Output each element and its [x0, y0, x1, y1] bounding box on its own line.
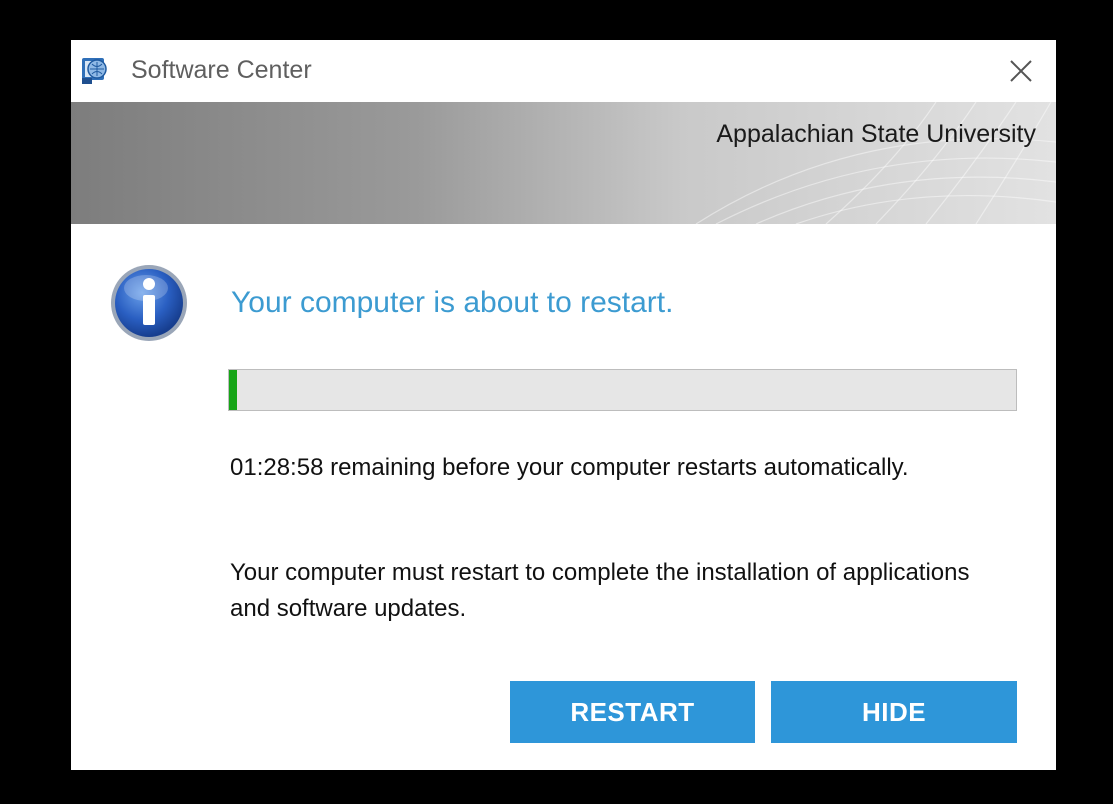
hide-button[interactable]: HIDE [771, 681, 1017, 743]
software-center-icon [82, 58, 107, 84]
header-banner: Appalachian State University [71, 102, 1056, 224]
window-title: Software Center [131, 56, 312, 84]
organization-name: Appalachian State University [716, 120, 1036, 148]
restart-dialog: Software Center Appalachian State Univer… [71, 40, 1056, 770]
restart-reason-message: Your computer must restart to complete t… [230, 559, 970, 622]
info-icon [111, 265, 187, 341]
title-bar: Software Center [71, 40, 1056, 102]
restart-countdown-progress-bar [228, 369, 1017, 411]
restart-button[interactable]: RESTART [510, 681, 755, 743]
restart-headline: Your computer is about to restart. [231, 286, 674, 319]
progress-fill [229, 370, 237, 410]
close-icon[interactable] [1004, 54, 1038, 88]
countdown-message: 01:28:58 remaining before your computer … [230, 454, 909, 481]
